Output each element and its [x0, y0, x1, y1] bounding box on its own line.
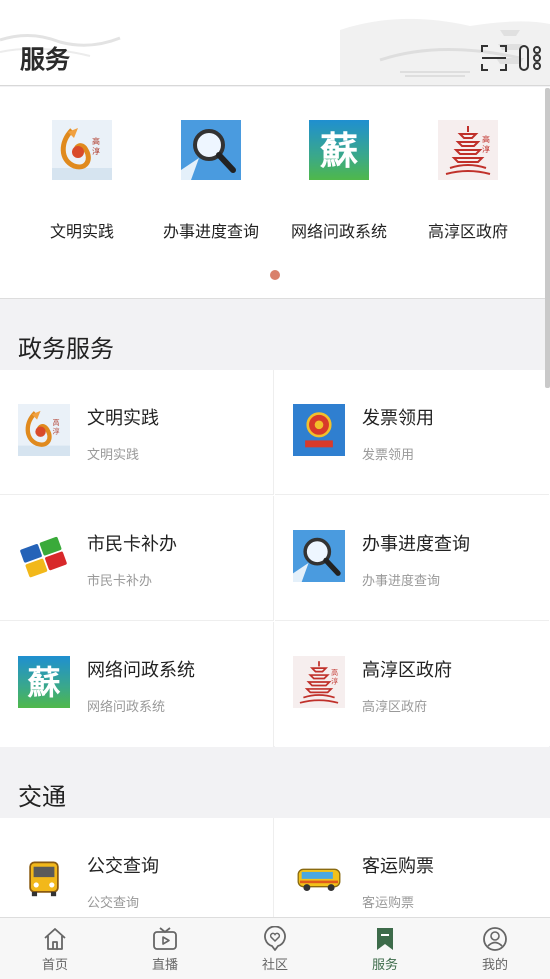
service-subtitle: 市民卡补办	[87, 574, 153, 589]
service-name: 发票领用	[362, 408, 434, 429]
service-item-invoice[interactable]: 发票领用 发票领用	[275, 370, 549, 495]
service-subtitle: 公交查询	[87, 896, 140, 911]
service-item-online-politics[interactable]: 网络问政系统 网络问政系统	[0, 622, 274, 747]
service-subtitle: 高淳区政府	[362, 700, 428, 715]
service-subtitle: 客运购票	[362, 896, 415, 911]
service-name: 文明实践	[87, 408, 159, 429]
wenming-logo-icon	[18, 404, 70, 456]
carousel-item-gaochun-gov[interactable]: 高淳区政府	[403, 120, 533, 242]
service-name: 办事进度查询	[362, 534, 470, 555]
wenming-logo-icon	[52, 120, 112, 180]
tab-label: 我的	[481, 958, 508, 973]
bookmark-icon	[377, 928, 393, 950]
page-title: 服务	[20, 45, 71, 74]
service-subtitle: 发票领用	[362, 448, 415, 463]
heart-chat-icon	[264, 926, 286, 951]
tax-emblem-icon	[293, 404, 345, 456]
coach-bus-icon	[293, 852, 345, 904]
carousel-item-label: 高淳区政府	[427, 222, 508, 241]
ink-landscape-decoration	[0, 18, 550, 85]
carousel-item-progress-query[interactable]: 办事进度查询	[146, 120, 276, 242]
carousel-item-online-politics[interactable]: 网络问政系统	[274, 120, 404, 242]
service-name: 客运购票	[362, 856, 434, 877]
tab-home[interactable]: 首页	[0, 926, 110, 973]
tab-community[interactable]: 社区	[220, 926, 330, 973]
service-subtitle: 文明实践	[87, 448, 140, 463]
carousel-item-label: 网络问政系统	[290, 222, 387, 241]
tab-label: 直播	[151, 958, 178, 973]
tab-label: 首页	[41, 958, 68, 973]
more-menu-icon[interactable]	[518, 44, 544, 72]
tab-live[interactable]: 直播	[110, 926, 220, 973]
scan-icon[interactable]	[480, 44, 508, 72]
carousel-page-indicator[interactable]	[270, 270, 280, 280]
tab-label: 服务	[371, 958, 398, 973]
header-bar: 服务	[0, 0, 550, 86]
magnifier-icon	[293, 530, 345, 582]
service-item-progress-query[interactable]: 办事进度查询 办事进度查询	[275, 496, 549, 621]
service-item-gaochun-gov[interactable]: 高淳区政府 高淳区政府	[275, 622, 549, 747]
carousel-item-label: 文明实践	[49, 222, 114, 241]
user-icon	[483, 927, 507, 951]
service-item-coach-ticket[interactable]: 客运购票 客运购票	[275, 818, 549, 917]
carousel-item-wenming[interactable]: 文明实践	[17, 120, 147, 242]
service-item-wenming[interactable]: 文明实践 文明实践	[0, 370, 274, 495]
carousel-item-label: 办事进度查询	[162, 222, 259, 241]
service-name: 市民卡补办	[87, 534, 177, 555]
government-services-grid: 文明实践 文明实践 发票领用 发票领用 市民卡补办 市民卡补办 办事进度查询 办…	[0, 370, 550, 747]
su-calligraphy-icon	[309, 120, 369, 180]
tab-services[interactable]: 服务	[330, 926, 440, 973]
section-title-transport: 交通	[18, 783, 66, 811]
tab-label: 社区	[261, 958, 288, 973]
service-subtitle: 网络问政系统	[87, 700, 166, 715]
bottom-tab-bar: 首页 直播 社区 服务 我的	[0, 917, 550, 979]
service-name: 公交查询	[87, 856, 159, 877]
magnifier-icon	[181, 120, 241, 180]
service-name: 网络问政系统	[87, 660, 195, 681]
tv-play-icon	[153, 927, 177, 950]
scrollbar[interactable]	[545, 88, 550, 388]
bus-front-icon	[18, 852, 70, 904]
tab-profile[interactable]: 我的	[440, 926, 550, 973]
pagoda-icon	[438, 120, 498, 180]
transport-services-grid: 公交查询 公交查询 客运购票 客运购票	[0, 818, 550, 917]
service-subtitle: 办事进度查询	[362, 574, 441, 589]
pagoda-icon	[293, 656, 345, 708]
su-calligraphy-icon	[18, 656, 70, 708]
home-icon	[44, 928, 66, 950]
quick-access-carousel: 文明实践 办事进度查询 网络问政系统 高淳区政府	[0, 87, 550, 299]
service-name: 高淳区政府	[362, 660, 452, 681]
citizen-card-icon	[18, 530, 70, 582]
section-title-government: 政务服务	[18, 335, 114, 363]
service-item-citizen-card[interactable]: 市民卡补办 市民卡补办	[0, 496, 274, 621]
service-item-bus-query[interactable]: 公交查询 公交查询	[0, 818, 274, 917]
